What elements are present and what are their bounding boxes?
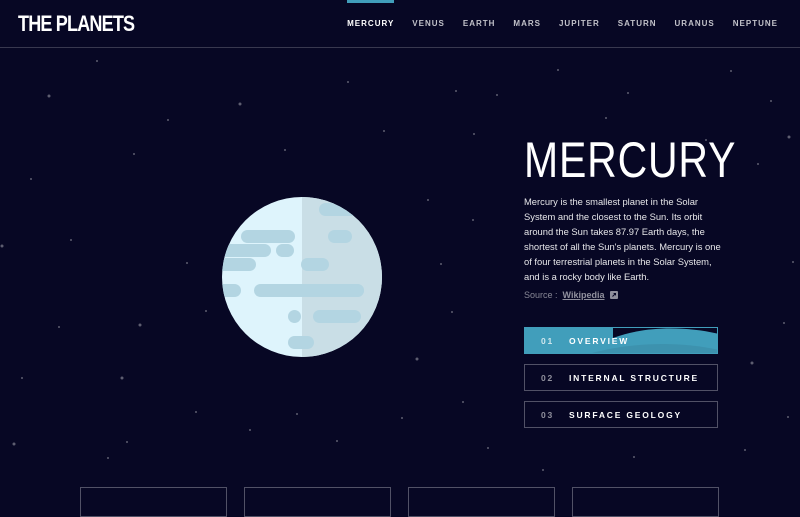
tab-number: 02: [541, 372, 555, 383]
planet-title: MERCURY: [524, 132, 737, 188]
nav-item-label: NEPTUNE: [732, 19, 778, 28]
source-link[interactable]: Wikipedia: [563, 290, 605, 300]
mercury-planet-image: [221, 196, 383, 358]
external-link-icon[interactable]: [610, 291, 619, 299]
nav-item-label: JUPITER: [558, 19, 600, 28]
tab-surface-geology[interactable]: 03 SURFACE GEOLOGY: [524, 401, 718, 428]
nav-item-earth[interactable]: EARTH: [463, 0, 496, 47]
main-nav: MERCURY VENUS EARTH MARS JUPITER SATURN …: [329, 0, 778, 47]
site-logo[interactable]: THE PLANETS: [18, 11, 135, 37]
nav-item-label: URANUS: [674, 19, 715, 28]
nav-item-neptune[interactable]: NEPTUNE: [733, 0, 778, 47]
stat-card-average-temp: [572, 487, 719, 517]
planet-description: Mercury is the smallest planet in the So…: [524, 196, 721, 282]
nav-item-label: VENUS: [412, 19, 445, 28]
tab-number: 01: [541, 335, 555, 346]
nav-item-label: SATURN: [617, 19, 657, 28]
source-label: Source :: [524, 290, 558, 300]
nav-item-uranus[interactable]: URANUS: [675, 0, 715, 47]
active-indicator: [347, 0, 395, 3]
tab-label: OVERVIEW: [569, 335, 630, 346]
tab-number: 03: [541, 409, 555, 420]
nav-item-label: MERCURY: [347, 19, 395, 28]
nav-item-jupiter[interactable]: JUPITER: [559, 0, 600, 47]
nav-item-mercury[interactable]: MERCURY: [347, 0, 395, 47]
nav-item-mars[interactable]: MARS: [513, 0, 541, 47]
tab-internal-structure[interactable]: 02 INTERNAL STRUCTURE: [524, 364, 718, 391]
stat-card-radius: [408, 487, 555, 517]
nav-item-venus[interactable]: VENUS: [412, 0, 445, 47]
tab-label: INTERNAL STRUCTURE: [569, 372, 699, 383]
nav-item-label: MARS: [513, 19, 541, 28]
stat-card-rotation-time: [80, 487, 227, 517]
nav-item-label: EARTH: [462, 19, 496, 28]
tab-label: SURFACE GEOLOGY: [569, 409, 682, 420]
tab-overview[interactable]: 01 OVERVIEW: [524, 327, 718, 354]
stat-card-revolution-time: [244, 487, 391, 517]
nav-item-saturn[interactable]: SATURN: [618, 0, 657, 47]
site-header: THE PLANETS MERCURY VENUS EARTH MARS JUP…: [0, 0, 800, 48]
source-attribution: Source : Wikipedia: [524, 290, 619, 300]
